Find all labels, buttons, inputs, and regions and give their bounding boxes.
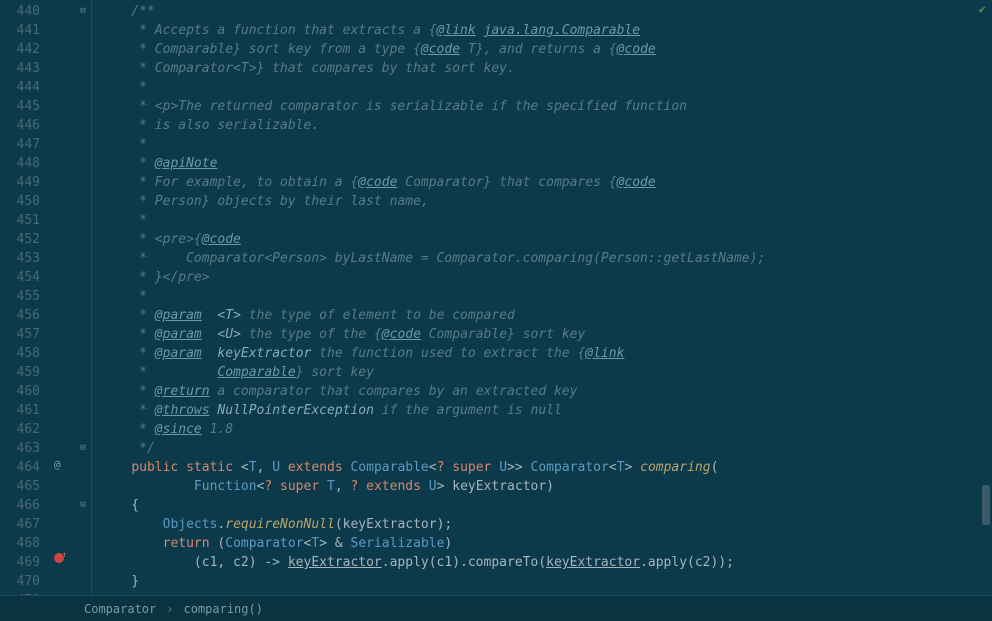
line-number: 460 bbox=[0, 382, 40, 401]
line-number: 454 bbox=[0, 268, 40, 287]
annotation-gutter: @↑ bbox=[48, 0, 78, 595]
line-number: 456 bbox=[0, 306, 40, 325]
code-line[interactable]: * @apiNote bbox=[100, 154, 992, 173]
line-number: 455 bbox=[0, 287, 40, 306]
code-line[interactable]: Function<? super T, ? extends U> keyExtr… bbox=[100, 477, 992, 496]
line-number: 453 bbox=[0, 249, 40, 268]
line-number: 446 bbox=[0, 116, 40, 135]
breakpoint-gutter-icon[interactable]: ↑ bbox=[54, 553, 64, 566]
line-number: 443 bbox=[0, 59, 40, 78]
code-line[interactable]: * @throws NullPointerException if the ar… bbox=[100, 401, 992, 420]
fold-toggle-icon[interactable]: ⊟ bbox=[78, 6, 88, 16]
line-number: 469 bbox=[0, 553, 40, 572]
code-line[interactable]: * @since 1.8 bbox=[100, 420, 992, 439]
fold-gutter[interactable]: ⊟ ⊟ ⊟ bbox=[78, 0, 92, 595]
inspection-ok-icon: ✔ bbox=[979, 2, 986, 16]
override-gutter-icon[interactable]: @ bbox=[54, 458, 61, 471]
line-number: 466 bbox=[0, 496, 40, 515]
line-number: 459 bbox=[0, 363, 40, 382]
fold-toggle-icon[interactable]: ⊟ bbox=[78, 500, 88, 510]
code-area[interactable]: /** * Accepts a function that extracts a… bbox=[92, 0, 992, 595]
code-line[interactable]: * bbox=[100, 78, 992, 97]
line-number: 441 bbox=[0, 21, 40, 40]
code-line[interactable]: * Comparator<Person> byLastName = Compar… bbox=[100, 249, 992, 268]
line-number: 463 bbox=[0, 439, 40, 458]
line-number: 451 bbox=[0, 211, 40, 230]
code-line[interactable]: /** bbox=[100, 2, 992, 21]
breadcrumb-item[interactable]: Comparator bbox=[84, 602, 156, 616]
code-line[interactable]: * For example, to obtain a {@code Compar… bbox=[100, 173, 992, 192]
vertical-scrollbar[interactable] bbox=[980, 0, 990, 595]
code-line[interactable]: * Comparator<T>} that compares by that s… bbox=[100, 59, 992, 78]
code-line[interactable]: * is also serializable. bbox=[100, 116, 992, 135]
code-line[interactable]: Objects.requireNonNull(keyExtractor); bbox=[100, 515, 992, 534]
line-number: 468 bbox=[0, 534, 40, 553]
code-line[interactable]: public static <T, U extends Comparable<?… bbox=[100, 458, 992, 477]
line-number: 452 bbox=[0, 230, 40, 249]
code-line[interactable]: * Accepts a function that extracts a {@l… bbox=[100, 21, 992, 40]
code-line[interactable]: * }</pre> bbox=[100, 268, 992, 287]
line-number: 465 bbox=[0, 477, 40, 496]
line-number: 449 bbox=[0, 173, 40, 192]
code-line[interactable]: * @param keyExtractor the function used … bbox=[100, 344, 992, 363]
breadcrumb-item[interactable]: comparing() bbox=[183, 602, 262, 616]
code-editor[interactable]: 4404414424434444454464474484494504514524… bbox=[0, 0, 992, 595]
line-number: 458 bbox=[0, 344, 40, 363]
fold-toggle-icon[interactable]: ⊟ bbox=[78, 443, 88, 453]
scrollbar-thumb[interactable] bbox=[982, 485, 990, 525]
code-line[interactable]: } bbox=[100, 572, 992, 591]
code-line[interactable]: { bbox=[100, 496, 992, 515]
line-number: 440 bbox=[0, 2, 40, 21]
line-number: 448 bbox=[0, 154, 40, 173]
code-line[interactable]: (c1, c2) -> keyExtractor.apply(c1).compa… bbox=[100, 553, 992, 572]
breadcrumb-bar[interactable]: Comparator › comparing() bbox=[0, 595, 992, 621]
code-line[interactable]: return (Comparator<T> & Serializable) bbox=[100, 534, 992, 553]
line-number: 461 bbox=[0, 401, 40, 420]
code-line[interactable]: * @return a comparator that compares by … bbox=[100, 382, 992, 401]
code-line[interactable]: * bbox=[100, 211, 992, 230]
line-number: 445 bbox=[0, 97, 40, 116]
code-line[interactable]: * <pre>{@code bbox=[100, 230, 992, 249]
code-line[interactable]: * @param <U> the type of the {@code Comp… bbox=[100, 325, 992, 344]
code-line[interactable]: * bbox=[100, 287, 992, 306]
code-line[interactable]: * Person} objects by their last name, bbox=[100, 192, 992, 211]
breakpoint-icon[interactable]: ↑ bbox=[54, 553, 64, 563]
line-number: 462 bbox=[0, 420, 40, 439]
line-number: 470 bbox=[0, 572, 40, 591]
breadcrumb-separator-icon: › bbox=[166, 602, 173, 616]
line-number: 447 bbox=[0, 135, 40, 154]
code-line[interactable]: */ bbox=[100, 439, 992, 458]
line-number-gutter: 4404414424434444454464474484494504514524… bbox=[0, 0, 48, 595]
code-line[interactable]: * Comparable} sort key bbox=[100, 363, 992, 382]
line-number: 444 bbox=[0, 78, 40, 97]
line-number: 450 bbox=[0, 192, 40, 211]
code-line[interactable]: * bbox=[100, 135, 992, 154]
line-number: 467 bbox=[0, 515, 40, 534]
line-number: 457 bbox=[0, 325, 40, 344]
code-line[interactable]: * <p>The returned comparator is serializ… bbox=[100, 97, 992, 116]
code-line[interactable]: * Comparable} sort key from a type {@cod… bbox=[100, 40, 992, 59]
line-number: 464 bbox=[0, 458, 40, 477]
line-number: 442 bbox=[0, 40, 40, 59]
code-line[interactable]: * @param <T> the type of element to be c… bbox=[100, 306, 992, 325]
